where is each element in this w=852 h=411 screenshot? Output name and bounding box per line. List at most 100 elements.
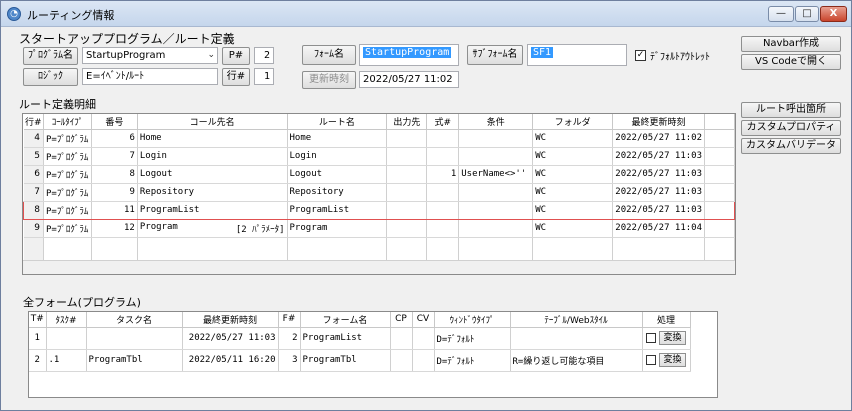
routes-header-cell[interactable]: フォルダ	[532, 114, 614, 130]
route-name-cell[interactable]: Repository	[287, 183, 388, 202]
routes-header-cell[interactable]: 番号	[91, 114, 138, 130]
routes-grid[interactable]: 行# ｺｰﾙﾀｲﾌﾟ 番号 コール先名 ルート名 出力先 式# 条件 フォルダ …	[22, 113, 736, 275]
subform-name-field[interactable]: SF1	[527, 44, 627, 66]
condition-cell[interactable]	[458, 200, 534, 220]
number-cell[interactable]: 7	[91, 147, 138, 166]
routes-header-cell[interactable]: 条件	[458, 114, 534, 130]
p-number-label[interactable]: P#	[222, 47, 250, 65]
custom-property-button[interactable]: カスタムプロパティ	[741, 120, 841, 136]
forms-header-cell[interactable]: F#	[278, 312, 301, 328]
number-cell[interactable]: 9	[91, 183, 138, 202]
row-number-cell[interactable]: 5	[23, 147, 44, 166]
form-name-cell[interactable]: ProgramTbl	[300, 349, 391, 372]
folder-cell[interactable]: WC	[532, 183, 614, 202]
convert-button[interactable]: 変換	[659, 331, 686, 345]
routes-horizontal-scrollbar[interactable]	[23, 260, 735, 274]
updated-time-cell[interactable]: 2022/05/27 11:03	[612, 200, 705, 220]
callee-cell[interactable]: ProgramList	[137, 200, 288, 220]
table-row[interactable]: 6 P=ﾌﾟﾛｸﾞﾗﾑ 8 Logout Logout 1 UserName<>'' WC 20…	[23, 165, 735, 184]
table-row[interactable]: 4 P=ﾌﾟﾛｸﾞﾗﾑ 6 Home Home WC 2022/05/27 11:02	[23, 129, 735, 148]
form-name-button[interactable]: ﾌｫｰﾑ名	[302, 45, 356, 65]
updated-time-cell[interactable]: 2022/05/27 11:02	[612, 129, 705, 148]
window-type-cell[interactable]: D=ﾃﾞﾌｫﾙﾄ	[434, 349, 511, 372]
row-number-label[interactable]: 行#	[222, 68, 250, 86]
f-number-cell[interactable]: 2	[278, 327, 301, 350]
forms-header-cell[interactable]: ｳｨﾝﾄﾞｳﾀｲﾌﾟ	[434, 312, 511, 328]
subform-name-button[interactable]: ｻﾌﾞﾌｫｰﾑ名	[467, 45, 523, 65]
logic-field[interactable]: E=ｲﾍﾞﾝﾄ/ﾙｰﾄ	[82, 68, 218, 85]
cp-cell[interactable]	[390, 349, 413, 372]
expression-number-cell[interactable]	[426, 183, 460, 202]
route-name-cell[interactable]: Login	[287, 147, 388, 166]
program-name-dropdown[interactable]: StartupProgram ⌄	[82, 47, 218, 64]
custom-validator-button[interactable]: カスタムバリデータ	[741, 138, 841, 154]
folder-cell[interactable]: WC	[532, 200, 614, 220]
callee-cell[interactable]: Logout	[137, 165, 288, 184]
callee-cell[interactable]: Home	[137, 129, 288, 148]
call-type-cell[interactable]: P=ﾌﾟﾛｸﾞﾗﾑ	[43, 165, 92, 184]
folder-cell[interactable]: WC	[532, 219, 614, 238]
forms-header-cell[interactable]: 最終更新時刻	[182, 312, 279, 328]
logic-button[interactable]: ﾛｼﾞｯｸ	[23, 68, 78, 86]
p-number-field[interactable]: 2	[254, 47, 274, 64]
expression-number-cell[interactable]	[426, 219, 460, 238]
number-cell[interactable]: 12	[91, 219, 138, 238]
route-caller-button[interactable]: ルート呼出箇所	[741, 102, 841, 118]
expression-number-cell[interactable]	[426, 200, 460, 220]
condition-cell[interactable]	[458, 219, 534, 238]
call-type-cell[interactable]: P=ﾌﾟﾛｸﾞﾗﾑ	[43, 147, 92, 166]
minimize-button[interactable]: —	[768, 6, 794, 22]
forms-header-cell[interactable]: ﾃｰﾌﾞﾙ/Webｽﾀｲﾙ	[510, 312, 643, 328]
routes-header-cell[interactable]: ｺｰﾙﾀｲﾌﾟ	[43, 114, 92, 130]
condition-cell[interactable]	[458, 183, 534, 202]
table-row[interactable]: 2.1 ProgramTbl 2022/05/11 16:20 3 ProgramTbl…	[29, 349, 691, 372]
output-cell[interactable]	[386, 219, 428, 238]
forms-grid[interactable]: T# ﾀｽｸ# タスク名 最終更新時刻 F# フォーム名 CP CV ｳｨﾝﾄﾞ…	[28, 311, 718, 398]
output-cell[interactable]	[386, 200, 428, 220]
forms-header-cell[interactable]: CP	[390, 312, 413, 328]
task-number-cell[interactable]: .1	[46, 349, 87, 372]
default-outlet-checkbox[interactable]: ✓	[635, 50, 646, 61]
title-bar[interactable]: ◔ ルーティング情報 — □ X	[1, 1, 851, 27]
t-number-cell[interactable]: 1	[29, 327, 47, 350]
condition-cell[interactable]	[458, 129, 534, 148]
updated-time-cell[interactable]: 2022/05/27 11:03	[182, 327, 279, 350]
row-number-cell[interactable]: 6	[23, 165, 44, 184]
form-name-field[interactable]: StartupProgram	[359, 44, 459, 66]
callee-cell[interactable]: Login	[137, 147, 288, 166]
updated-time-cell[interactable]: 2022/05/11 16:20	[182, 349, 279, 372]
number-cell[interactable]: 11	[91, 200, 138, 220]
forms-header-cell[interactable]: フォーム名	[300, 312, 391, 328]
action-checkbox[interactable]	[646, 355, 657, 365]
forms-header-cell[interactable]: タスク名	[86, 312, 183, 328]
callee-cell[interactable]: Program [2 ﾊﾟﾗﾒｰﾀ]	[137, 219, 288, 238]
routes-header-cell[interactable]: 最終更新時刻	[612, 114, 705, 130]
style-cell[interactable]	[510, 327, 643, 350]
action-checkbox[interactable]	[646, 333, 657, 343]
forms-header-cell[interactable]: T#	[29, 312, 47, 328]
task-number-cell[interactable]	[46, 327, 87, 350]
empty-row[interactable]	[23, 237, 735, 255]
output-cell[interactable]	[386, 147, 428, 166]
style-cell[interactable]: R=繰り返し可能な項目	[510, 349, 643, 372]
output-cell[interactable]	[386, 129, 428, 148]
convert-button[interactable]: 変換	[659, 353, 686, 367]
updated-time-field[interactable]: 2022/05/27 11:02	[359, 71, 459, 88]
callee-cell[interactable]: Repository	[137, 183, 288, 202]
form-name-cell[interactable]: ProgramList	[300, 327, 391, 350]
routes-header-cell[interactable]: 出力先	[386, 114, 428, 130]
table-row[interactable]: 1 2022/05/27 11:03 2 ProgramList D=ﾃﾞﾌｫﾙﾄ 変換	[29, 327, 691, 350]
folder-cell[interactable]: WC	[532, 165, 614, 184]
row-number-cell[interactable]: 8	[23, 200, 44, 220]
forms-header-cell[interactable]: 処理	[642, 312, 691, 328]
table-row[interactable]: 5 P=ﾌﾟﾛｸﾞﾗﾑ 7 Login Login WC 2022/05/27 11:03	[23, 147, 735, 166]
task-name-cell[interactable]	[86, 327, 183, 350]
route-name-cell[interactable]: Program	[287, 219, 388, 238]
number-cell[interactable]: 6	[91, 129, 138, 148]
forms-header-cell[interactable]: ﾀｽｸ#	[46, 312, 87, 328]
task-name-cell[interactable]: ProgramTbl	[86, 349, 183, 372]
output-cell[interactable]	[386, 165, 428, 184]
call-type-cell[interactable]: P=ﾌﾟﾛｸﾞﾗﾑ	[43, 219, 92, 238]
f-number-cell[interactable]: 3	[278, 349, 301, 372]
updated-time-cell[interactable]: 2022/05/27 11:04	[612, 219, 705, 238]
